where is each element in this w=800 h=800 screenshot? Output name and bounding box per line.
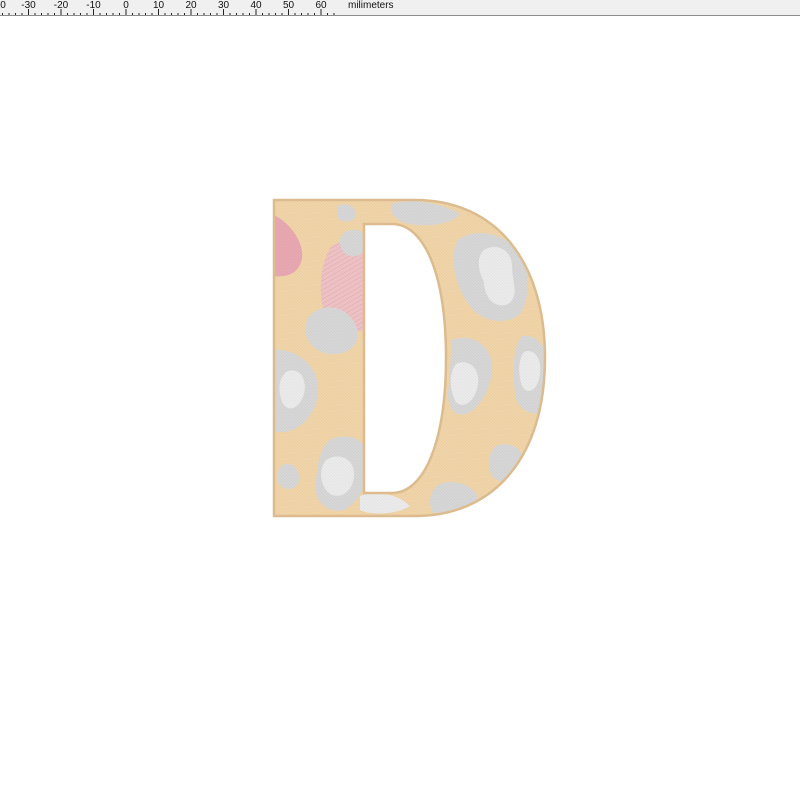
design-canvas[interactable]: [0, 17, 800, 800]
embroidery-letter-d[interactable]: [0, 0, 800, 800]
